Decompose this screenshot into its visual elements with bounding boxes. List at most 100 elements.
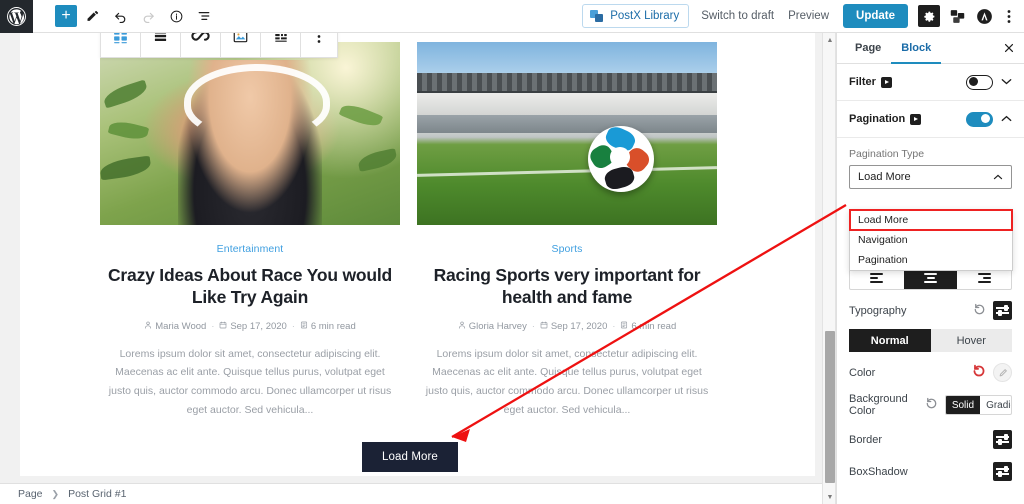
dropdown-option-navigation[interactable]: Navigation — [850, 230, 1012, 250]
chevron-right-icon: ❯ — [51, 488, 60, 499]
table-icon[interactable] — [261, 33, 301, 57]
post-title[interactable]: Crazy Ideas About Race You would Like Tr… — [100, 265, 400, 309]
redo-button[interactable] — [135, 3, 161, 29]
post-title[interactable]: Racing Sports very important for health … — [417, 265, 717, 309]
document-info-button[interactable] — [163, 3, 189, 29]
sidebar-tabs: Page Block — [837, 33, 1024, 64]
load-more-button[interactable]: Load More — [362, 441, 458, 472]
pagination-type-select[interactable]: Load More — [849, 165, 1012, 189]
breadcrumb-current[interactable]: Post Grid #1 — [68, 488, 126, 500]
user-icon — [458, 321, 466, 332]
rows-icon[interactable] — [141, 33, 181, 57]
border-sliders-icon[interactable] — [993, 430, 1012, 449]
tab-normal[interactable]: Normal — [849, 329, 931, 352]
switch-to-draft-button[interactable]: Switch to draft — [701, 10, 774, 22]
pagination-row[interactable]: Pagination — [837, 101, 1024, 138]
block-toolbar — [100, 33, 338, 58]
meta-separator: · — [612, 321, 616, 332]
grid-blocks-icon[interactable] — [101, 33, 141, 57]
update-button[interactable]: Update — [843, 4, 908, 28]
post-grid-block[interactable]: Entertainment Crazy Ideas About Race You… — [100, 33, 720, 472]
typography-sliders-icon[interactable] — [993, 301, 1012, 320]
align-right-icon — [977, 272, 991, 283]
post-excerpt[interactable]: Lorems ipsum dolor sit amet, consectetur… — [100, 345, 400, 420]
chevron-up-icon — [993, 173, 1003, 182]
typography-reset-icon[interactable] — [973, 303, 986, 319]
chevron-up-icon[interactable] — [1001, 114, 1012, 124]
post-read-time: 6 min read — [620, 321, 676, 332]
post-thumbnail[interactable] — [100, 42, 400, 225]
color-swatch-button[interactable] — [993, 363, 1012, 382]
preview-button[interactable]: Preview — [788, 10, 829, 22]
editor-top-bar: + PostX Library Switch to draft Preview … — [0, 0, 1024, 33]
dropdown-option-load-more[interactable]: Load More — [849, 209, 1013, 231]
editor-canvas: Entertainment Crazy Ideas About Race You… — [0, 33, 822, 483]
close-icon[interactable] — [994, 33, 1024, 63]
pagination-type-dropdown[interactable]: Load More Navigation Pagination — [849, 209, 1013, 271]
filter-toggle[interactable] — [966, 74, 993, 90]
meta-separator: · — [531, 321, 535, 332]
boxshadow-label: BoxShadow — [849, 465, 908, 478]
top-bar-left-tools: + — [33, 3, 217, 29]
three-dots-vertical-icon[interactable] — [1000, 5, 1018, 27]
post-read-time-value: 6 min read — [310, 320, 356, 332]
post-date-value: Sep 17, 2020 — [550, 320, 608, 332]
color-reset-icon[interactable] — [972, 364, 986, 381]
post-excerpt[interactable]: Lorems ipsum dolor sit amet, consectetur… — [417, 345, 717, 420]
football-icon — [588, 126, 654, 193]
state-tabs: Normal Hover — [849, 329, 1012, 352]
panel-scrollbar[interactable]: ▲ ▼ — [822, 33, 836, 504]
background-mode-solid[interactable]: Solid — [945, 396, 981, 414]
edit-tool-button[interactable] — [79, 3, 105, 29]
breadcrumb: Page ❯ Post Grid #1 — [0, 483, 822, 504]
image-icon[interactable] — [221, 33, 261, 57]
chevron-down-icon[interactable] — [1001, 77, 1012, 87]
tab-hover[interactable]: Hover — [930, 329, 1012, 352]
post-author-name: Maria Wood — [155, 320, 207, 332]
undo-button[interactable] — [107, 3, 133, 29]
meta-separator: · — [291, 321, 295, 332]
post-category[interactable]: Sports — [417, 243, 717, 255]
list-view-button[interactable] — [191, 3, 217, 29]
typography-row: Typography — [837, 290, 1024, 320]
calendar-icon — [219, 321, 227, 332]
pagination-toggle[interactable] — [966, 111, 993, 127]
three-dots-vertical-icon[interactable] — [301, 33, 337, 57]
scrollbar-thumb[interactable] — [825, 331, 835, 483]
astra-logo-icon[interactable] — [973, 5, 995, 27]
gear-icon[interactable] — [918, 5, 940, 27]
scroll-up-arrow-icon[interactable]: ▲ — [823, 34, 837, 46]
tab-page[interactable]: Page — [845, 33, 891, 63]
wordpress-block-editor: + PostX Library Switch to draft Preview … — [0, 0, 1024, 504]
blocks-icon[interactable] — [946, 5, 968, 27]
top-bar-right-tools: PostX Library Switch to draft Preview Up… — [582, 4, 1024, 28]
dropdown-option-pagination[interactable]: Pagination — [850, 250, 1012, 270]
post-author-name: Gloria Harvey — [468, 320, 527, 332]
filter-row[interactable]: Filter — [837, 64, 1024, 101]
post-author: Gloria Harvey — [458, 321, 527, 332]
scroll-down-arrow-icon[interactable]: ▼ — [823, 491, 837, 503]
woman-with-headphones-image — [100, 42, 400, 225]
background-mode-gradient[interactable]: Gradient — [980, 396, 1011, 414]
breadcrumb-root[interactable]: Page — [18, 488, 43, 500]
background-mode-toggle: Solid Gradient — [944, 395, 1012, 415]
add-block-button[interactable]: + — [55, 5, 77, 27]
postx-library-button[interactable]: PostX Library — [582, 4, 690, 28]
post-card[interactable]: Sports Racing Sports very important for … — [417, 42, 717, 420]
post-card[interactable]: Entertainment Crazy Ideas About Race You… — [100, 42, 400, 420]
post-thumbnail[interactable] — [417, 42, 717, 225]
border-row: Border — [837, 417, 1024, 449]
align-center-icon — [924, 272, 937, 283]
video-help-icon[interactable] — [910, 113, 922, 125]
football-stadium-image — [417, 42, 717, 225]
tab-block[interactable]: Block — [891, 33, 942, 64]
align-left-icon — [870, 272, 884, 283]
wordpress-logo-icon[interactable] — [0, 0, 33, 33]
post-category[interactable]: Entertainment — [100, 243, 400, 255]
boxshadow-sliders-icon[interactable] — [993, 462, 1012, 481]
user-icon — [144, 321, 152, 332]
background-color-reset-icon[interactable] — [925, 397, 938, 413]
video-help-icon[interactable] — [880, 76, 892, 88]
post-content-sheet: Entertainment Crazy Ideas About Race You… — [20, 33, 815, 476]
infinity-icon[interactable] — [181, 33, 221, 57]
